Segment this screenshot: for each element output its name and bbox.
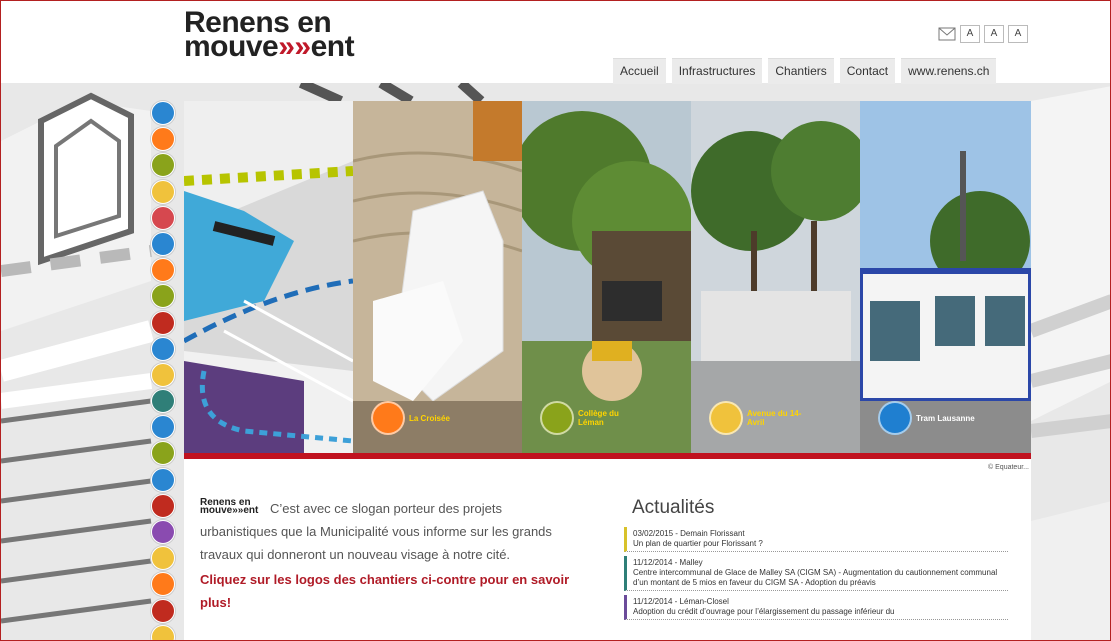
photo-credit: © Equateur... xyxy=(988,464,1029,471)
banner-panel-avenue-14-avril[interactable]: Avenue du 14-Avril xyxy=(691,101,860,453)
news-item[interactable]: 11/12/2014 - Léman-Closel Adoption du cré… xyxy=(624,595,1008,620)
chantier-icon-5[interactable] xyxy=(151,205,175,230)
news-item-head: 11/12/2014 - Malley xyxy=(633,558,703,567)
news-item-body: Centre intercommunal de Glace de Malley … xyxy=(633,568,998,587)
chantier-icon-6[interactable] xyxy=(151,231,175,256)
news-item-body: Adoption du crédit d’ouvrage pour l’élar… xyxy=(633,607,895,616)
intro-paragraph: Renens en mouve»»ent C’est avec ce sloga… xyxy=(200,497,552,563)
main-navigation: Accueil Infrastructures Chantiers Contac… xyxy=(613,58,997,84)
news-item[interactable]: 11/12/2014 - Malley Centre intercommunal … xyxy=(624,556,1008,591)
panel-label-avenue-14-avril: Avenue du 14-Avril xyxy=(709,401,807,435)
news-item[interactable]: 03/02/2015 - Demain Florissant Un plan de… xyxy=(624,527,1008,552)
tram-icon xyxy=(878,401,912,435)
chantier-icon-19[interactable] xyxy=(151,572,175,597)
map-illustration xyxy=(184,101,353,453)
chantier-icon-14[interactable] xyxy=(151,441,175,466)
banner-panel-college-du-leman[interactable]: Collège du Léman xyxy=(522,101,691,453)
chantier-icon-15[interactable] xyxy=(151,467,175,492)
nav-infrastructures[interactable]: Infrastructures xyxy=(671,58,763,84)
nav-accueil[interactable]: Accueil xyxy=(613,58,666,84)
chantier-icon-21[interactable] xyxy=(151,624,175,640)
news-section: Actualités 03/02/2015 - Demain Florissan… xyxy=(624,497,1008,624)
header-tools: A A A xyxy=(938,25,1028,43)
panel-label-la-croisee: La Croisée xyxy=(371,401,469,435)
logo-chevrons: »» xyxy=(278,30,311,63)
avenue-14-avril-icon xyxy=(709,401,743,435)
site-logo[interactable]: Renens en mouve»»ent xyxy=(184,8,355,63)
nav-contact[interactable]: Contact xyxy=(839,58,896,84)
banner-panel-la-croisee[interactable]: La Croisée xyxy=(353,101,522,453)
intro-section: Renens en mouve»»ent C’est avec ce sloga… xyxy=(200,497,580,614)
intro-cta[interactable]: Cliquez sur les logos des chantiers ci-c… xyxy=(200,568,580,614)
la-croisee-icon xyxy=(371,401,405,435)
chantier-icon-2[interactable] xyxy=(151,127,175,152)
chantier-icon-3[interactable] xyxy=(151,153,175,178)
news-item-head: 11/12/2014 - Léman-Closel xyxy=(633,597,729,606)
panel-label-tram: Tram Lausanne xyxy=(878,401,976,435)
banner-panel-map[interactable] xyxy=(184,101,353,453)
chantier-icon-12[interactable] xyxy=(151,389,175,414)
panel-label-college-du-leman: Collège du Léman xyxy=(540,401,638,435)
chantiers-icon-sidebar xyxy=(151,101,175,640)
font-size-normal-button[interactable]: A xyxy=(984,25,1004,43)
chantier-icon-7[interactable] xyxy=(151,258,175,283)
nav-renens-site[interactable]: www.renens.ch xyxy=(901,58,997,84)
intro-mini-logo: Renens en mouve»»ent xyxy=(200,497,259,516)
chantier-icon-11[interactable] xyxy=(151,362,175,387)
nav-chantiers[interactable]: Chantiers xyxy=(768,58,834,84)
chantier-icon-4[interactable] xyxy=(151,179,175,204)
news-list: 03/02/2015 - Demain Florissant Un plan de… xyxy=(624,527,1008,620)
chantier-icon-8[interactable] xyxy=(151,284,175,309)
logo-line-2: mouve»»ent xyxy=(184,30,355,63)
chantier-icon-16[interactable] xyxy=(151,493,175,518)
news-title: Actualités xyxy=(632,497,715,518)
chantier-icon-17[interactable] xyxy=(151,520,175,544)
chantier-icon-10[interactable] xyxy=(151,336,175,361)
chantier-icon-20[interactable] xyxy=(151,598,175,623)
college-du-leman-icon xyxy=(540,401,574,435)
mail-icon[interactable] xyxy=(938,27,956,41)
chantier-icon-1[interactable] xyxy=(151,101,175,125)
banner-panel-tram[interactable]: Tram Lausanne xyxy=(860,101,1031,453)
banner-red-bar xyxy=(184,453,1031,459)
chantier-icon-18[interactable] xyxy=(151,546,175,571)
chantier-icon-9[interactable] xyxy=(151,310,175,335)
page-frame: Renens en mouve»»ent A A A Accueil Infra… xyxy=(0,0,1111,641)
main-content: La Croisée Collège du Léman Avenue du 14… xyxy=(184,101,1031,640)
project-banner: La Croisée Collège du Léman Avenue du 14… xyxy=(184,101,1031,453)
font-size-increase-button[interactable]: A xyxy=(1008,25,1028,43)
font-size-decrease-button[interactable]: A xyxy=(960,25,980,43)
news-item-body: Un plan de quartier pour Florissant ? xyxy=(633,539,763,548)
news-item-head: 03/02/2015 - Demain Florissant xyxy=(633,529,745,538)
chantier-icon-13[interactable] xyxy=(151,415,175,440)
